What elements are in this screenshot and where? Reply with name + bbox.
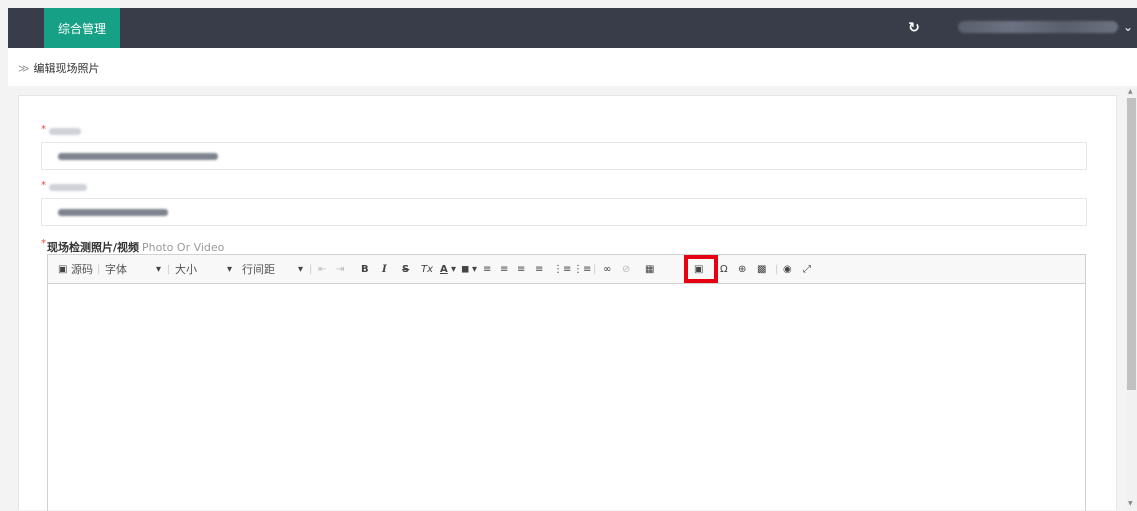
field-label-blurred <box>49 128 81 135</box>
line-height-caret-icon[interactable]: ▾ <box>298 255 303 283</box>
field-value-blurred <box>58 153 218 160</box>
separator: | <box>167 263 171 275</box>
size-dropdown[interactable]: 大小 <box>175 255 197 283</box>
edit-form-panel: * * * 现场检测照片/视频 Photo Or Video ▣ 源码 | 字体 … <box>18 95 1117 511</box>
align-center-icon[interactable]: ≡ <box>500 255 508 283</box>
text-field-2[interactable] <box>41 198 1087 226</box>
image-button-highlight <box>684 255 718 283</box>
separator: | <box>97 263 101 275</box>
outdent-icon[interactable]: ⇤ <box>318 255 326 283</box>
align-left-icon[interactable]: ≡ <box>483 255 491 283</box>
tab-comprehensive-management[interactable]: 综合管理 <box>44 8 120 48</box>
field-label-blurred <box>49 184 87 191</box>
strikethrough-button[interactable]: S <box>402 255 409 283</box>
bold-button[interactable]: B <box>361 255 369 283</box>
media-field-label: 现场检测照片/视频 Photo Or Video <box>47 239 224 255</box>
separator: | <box>593 263 597 275</box>
unlink-icon[interactable]: ⊘ <box>622 255 630 283</box>
table-icon[interactable]: ▦ <box>645 255 654 283</box>
remove-format-button[interactable]: Tx <box>421 255 433 283</box>
editor-toolbar: ▣ 源码 | 字体 ▾ | 大小 ▾ 行间距 ▾ | ⇤ ⇥ B I S Tx … <box>48 255 1085 284</box>
text-field-1[interactable] <box>41 142 1087 170</box>
globe-icon[interactable]: ⊕ <box>738 255 746 283</box>
link-icon[interactable]: ∞ <box>603 255 611 283</box>
ordered-list-icon[interactable]: ⋮≡ <box>553 255 571 283</box>
font-color-button[interactable]: A <box>440 255 448 283</box>
source-icon[interactable]: ▣ <box>58 255 67 283</box>
required-mark: * <box>41 238 46 249</box>
required-mark: * <box>41 180 46 191</box>
qrcode-icon[interactable]: ▩ <box>757 255 766 283</box>
line-height-dropdown[interactable]: 行间距 <box>242 255 275 283</box>
rich-text-editor[interactable]: ▣ 源码 | 字体 ▾ | 大小 ▾ 行间距 ▾ | ⇤ ⇥ B I S Tx … <box>47 254 1086 511</box>
source-button[interactable]: 源码 <box>71 255 93 283</box>
special-character-icon[interactable]: Ω <box>720 255 728 283</box>
font-color-caret-icon[interactable]: ▾ <box>451 255 456 283</box>
size-caret-icon[interactable]: ▾ <box>227 255 232 283</box>
refresh-icon[interactable]: ↻ <box>906 20 922 36</box>
scroll-down-arrow-icon[interactable]: ▼ <box>1128 500 1133 507</box>
breadcrumb-bar: ≫ 编辑现场照片 <box>8 48 1137 86</box>
fullscreen-icon[interactable]: ⤢ <box>803 255 811 283</box>
required-mark: * <box>41 124 46 135</box>
bg-color-caret-icon[interactable]: ▾ <box>472 255 477 283</box>
breadcrumb-arrow-icon: ≫ <box>18 62 30 75</box>
breadcrumb: ≫ 编辑现场照片 <box>18 60 100 76</box>
preview-icon[interactable]: ◉ <box>783 255 792 283</box>
field-value-blurred <box>58 209 168 216</box>
align-right-icon[interactable]: ≡ <box>517 255 525 283</box>
separator: | <box>775 263 779 275</box>
page-scrollbar[interactable]: ▲ ▼ <box>1126 88 1137 509</box>
indent-icon[interactable]: ⇥ <box>336 255 344 283</box>
italic-button[interactable]: I <box>382 255 387 283</box>
scrollbar-thumb[interactable] <box>1127 98 1136 390</box>
breadcrumb-label[interactable]: 编辑现场照片 <box>34 62 100 75</box>
media-label-en: Photo Or Video <box>142 241 225 254</box>
media-label-cn: 现场检测照片/视频 <box>47 241 140 254</box>
scroll-up-arrow-icon[interactable]: ▲ <box>1128 88 1133 95</box>
font-dropdown[interactable]: 字体 <box>105 255 127 283</box>
separator: | <box>309 263 313 275</box>
chevron-down-icon[interactable]: ⌄ <box>1123 20 1133 34</box>
top-navigation-bar: 综合管理 ↻ ⌄ <box>8 8 1137 48</box>
background-color-button[interactable]: ◼ <box>461 255 469 283</box>
font-caret-icon[interactable]: ▾ <box>156 255 161 283</box>
bullet-list-icon[interactable]: ⋮≡ <box>573 255 591 283</box>
justify-icon[interactable]: ≡ <box>535 255 543 283</box>
user-name-blurred[interactable] <box>958 21 1118 33</box>
